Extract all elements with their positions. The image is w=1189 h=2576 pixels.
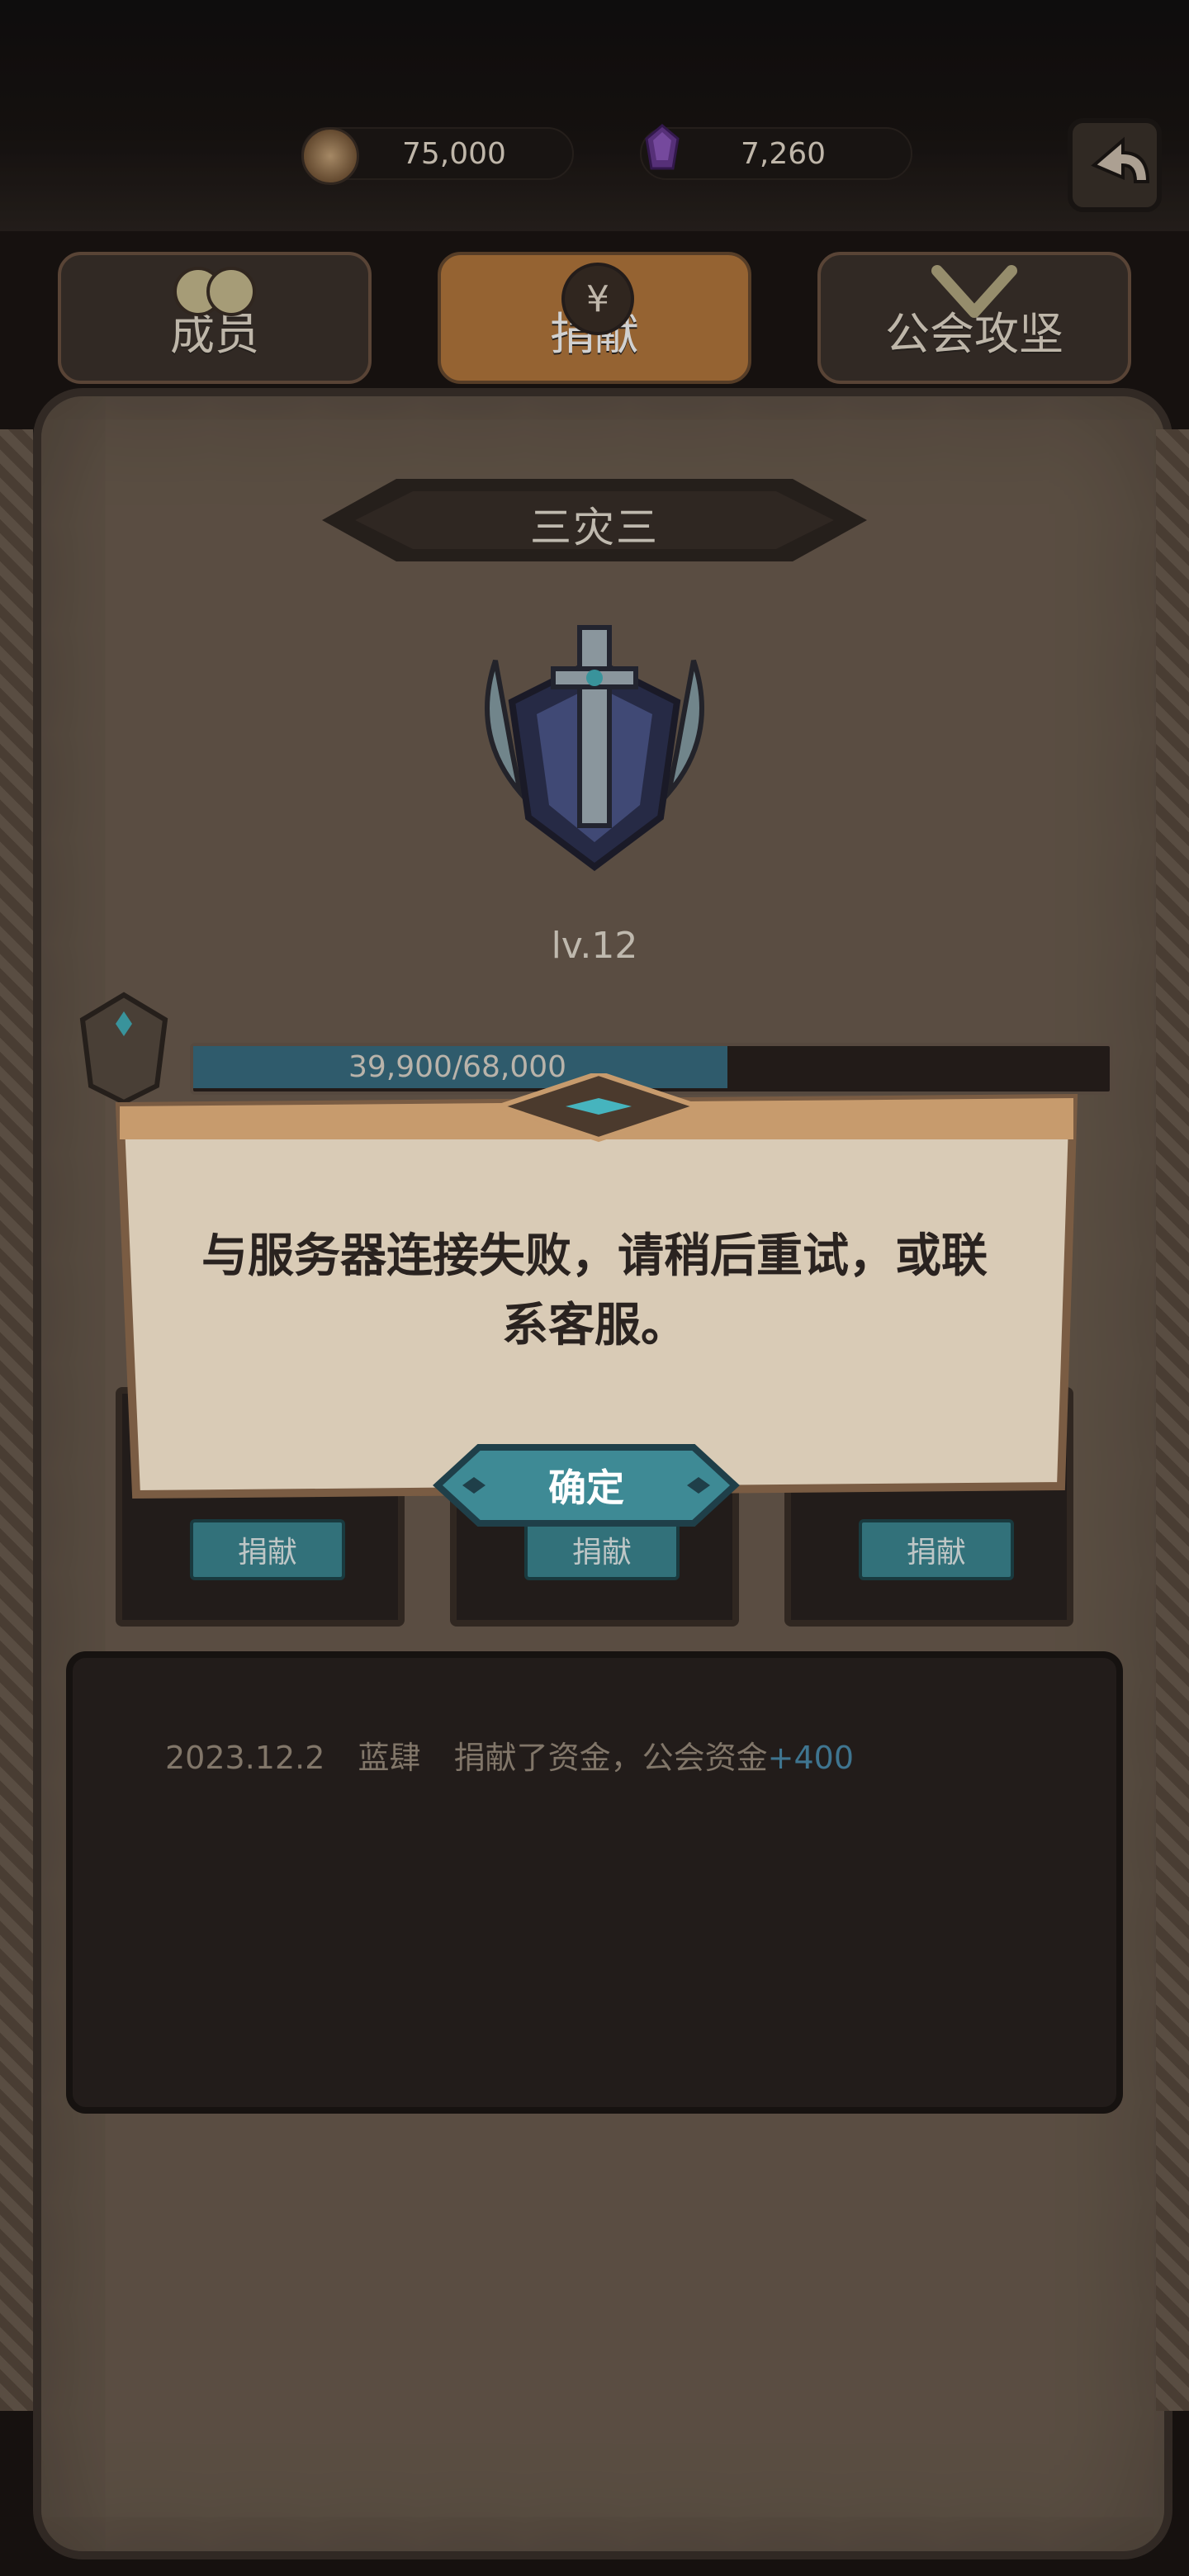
confirm-button[interactable]: 确定: [429, 1441, 743, 1530]
dialog-message: 与服务器连接失败，请稍后重试，或联系客服。: [201, 1229, 988, 1352]
